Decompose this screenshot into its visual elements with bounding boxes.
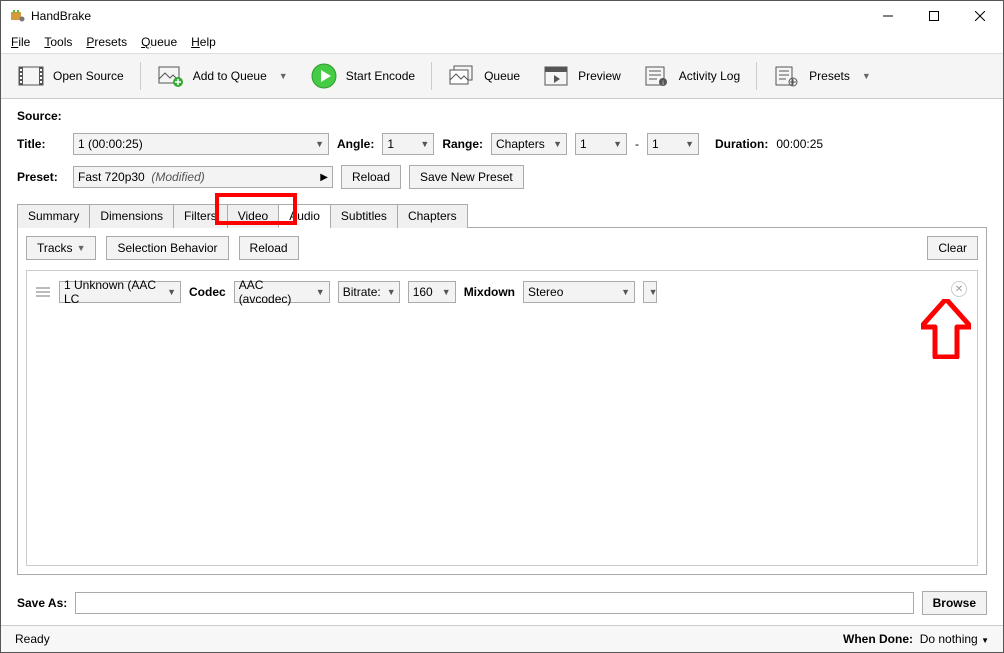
- range-to-select[interactable]: 1▼: [647, 133, 699, 155]
- chevron-down-icon: ▼: [862, 71, 871, 81]
- open-source-button[interactable]: Open Source: [11, 60, 130, 92]
- range-dash: -: [635, 137, 639, 151]
- bitrate-mode-select[interactable]: Bitrate:▼: [338, 281, 400, 303]
- status-text: Ready: [15, 632, 50, 646]
- presets-button[interactable]: Presets ▼: [767, 60, 877, 92]
- menu-tools[interactable]: Tools: [38, 33, 78, 51]
- codec-select[interactable]: AAC (avcodec)▼: [234, 281, 330, 303]
- queue-label: Queue: [484, 69, 520, 83]
- title-label: Title:: [17, 137, 65, 151]
- source-label: Source:: [17, 109, 62, 123]
- codec-label: Codec: [189, 285, 226, 299]
- svg-text:i: i: [662, 81, 663, 87]
- range-label: Range:: [442, 137, 483, 151]
- range-from-select[interactable]: 1▼: [575, 133, 627, 155]
- activity-log-label: Activity Log: [679, 69, 740, 83]
- titlebar: HandBrake: [1, 1, 1003, 31]
- start-encode-button[interactable]: Start Encode: [304, 60, 421, 92]
- angle-select[interactable]: 1▼: [382, 133, 434, 155]
- track-source-select[interactable]: 1 Unknown (AAC LC▼: [59, 281, 181, 303]
- preview-label: Preview: [578, 69, 621, 83]
- when-done-select[interactable]: Do nothing ▼: [920, 632, 989, 646]
- window-title: HandBrake: [31, 9, 865, 23]
- bitrate-value-select[interactable]: 160▼: [408, 281, 456, 303]
- image-plus-icon: [157, 64, 185, 88]
- tracks-button[interactable]: Tracks▼: [26, 236, 96, 260]
- menubar: File Tools Presets Queue Help: [1, 31, 1003, 54]
- preview-icon: [542, 64, 570, 88]
- tab-chapters[interactable]: Chapters: [397, 204, 468, 228]
- app-icon: [9, 8, 25, 24]
- expand-track-button[interactable]: ▼: [643, 281, 657, 303]
- log-icon: i: [643, 64, 671, 88]
- start-encode-label: Start Encode: [346, 69, 415, 83]
- minimize-button[interactable]: [865, 1, 911, 31]
- menu-file[interactable]: File: [5, 33, 36, 51]
- tab-dimensions[interactable]: Dimensions: [89, 204, 174, 228]
- clear-button[interactable]: Clear: [927, 236, 978, 260]
- add-to-queue-button[interactable]: Add to Queue ▼: [151, 60, 294, 92]
- range-type-select[interactable]: Chapters▼: [491, 133, 567, 155]
- menu-help[interactable]: Help: [185, 33, 222, 51]
- tab-summary[interactable]: Summary: [17, 204, 90, 228]
- drag-handle-icon[interactable]: [35, 287, 51, 297]
- chevron-down-icon: ▼: [279, 71, 288, 81]
- toolbar: Open Source Add to Queue ▼ Start Encode …: [1, 54, 1003, 99]
- preview-button[interactable]: Preview: [536, 60, 627, 92]
- reload-preset-button[interactable]: Reload: [341, 165, 401, 189]
- film-icon: [17, 64, 45, 88]
- annotation-highlight: [215, 193, 297, 225]
- maximize-button[interactable]: [911, 1, 957, 31]
- mixdown-label: Mixdown: [464, 285, 515, 299]
- browse-button[interactable]: Browse: [922, 591, 987, 615]
- statusbar: Ready When Done: Do nothing ▼: [1, 625, 1003, 652]
- images-stack-icon: [448, 64, 476, 88]
- title-select[interactable]: 1 (00:00:25)▼: [73, 133, 329, 155]
- audio-reload-button[interactable]: Reload: [239, 236, 299, 260]
- duration-value: 00:00:25: [776, 137, 823, 151]
- annotation-arrow: [921, 299, 971, 359]
- queue-button[interactable]: Queue: [442, 60, 526, 92]
- play-icon: [310, 64, 338, 88]
- save-new-preset-button[interactable]: Save New Preset: [409, 165, 524, 189]
- presets-icon: [773, 64, 801, 88]
- presets-label: Presets: [809, 69, 850, 83]
- tab-bar: Summary Dimensions Filters Video Audio S…: [17, 203, 987, 228]
- menu-presets[interactable]: Presets: [80, 33, 133, 51]
- saveas-label: Save As:: [17, 596, 67, 610]
- angle-label: Angle:: [337, 137, 374, 151]
- selection-behavior-button[interactable]: Selection Behavior: [106, 236, 228, 260]
- menu-queue[interactable]: Queue: [135, 33, 183, 51]
- when-done-label: When Done:: [843, 632, 913, 646]
- mixdown-select[interactable]: Stereo▼: [523, 281, 635, 303]
- track-row: 1 Unknown (AAC LC▼ Codec AAC (avcodec)▼ …: [35, 281, 969, 303]
- track-list: 1 Unknown (AAC LC▼ Codec AAC (avcodec)▼ …: [26, 270, 978, 566]
- activity-log-button[interactable]: i Activity Log: [637, 60, 746, 92]
- preset-label: Preset:: [17, 170, 65, 184]
- duration-label: Duration:: [715, 137, 768, 151]
- saveas-input[interactable]: [75, 592, 913, 614]
- add-to-queue-label: Add to Queue: [193, 69, 267, 83]
- tab-subtitles[interactable]: Subtitles: [330, 204, 398, 228]
- open-source-label: Open Source: [53, 69, 124, 83]
- close-button[interactable]: [957, 1, 1003, 31]
- audio-panel: Tracks▼ Selection Behavior Reload Clear …: [17, 228, 987, 575]
- preset-select[interactable]: Fast 720p30 (Modified) ▶: [73, 166, 333, 188]
- remove-track-button[interactable]: ✕: [951, 281, 967, 297]
